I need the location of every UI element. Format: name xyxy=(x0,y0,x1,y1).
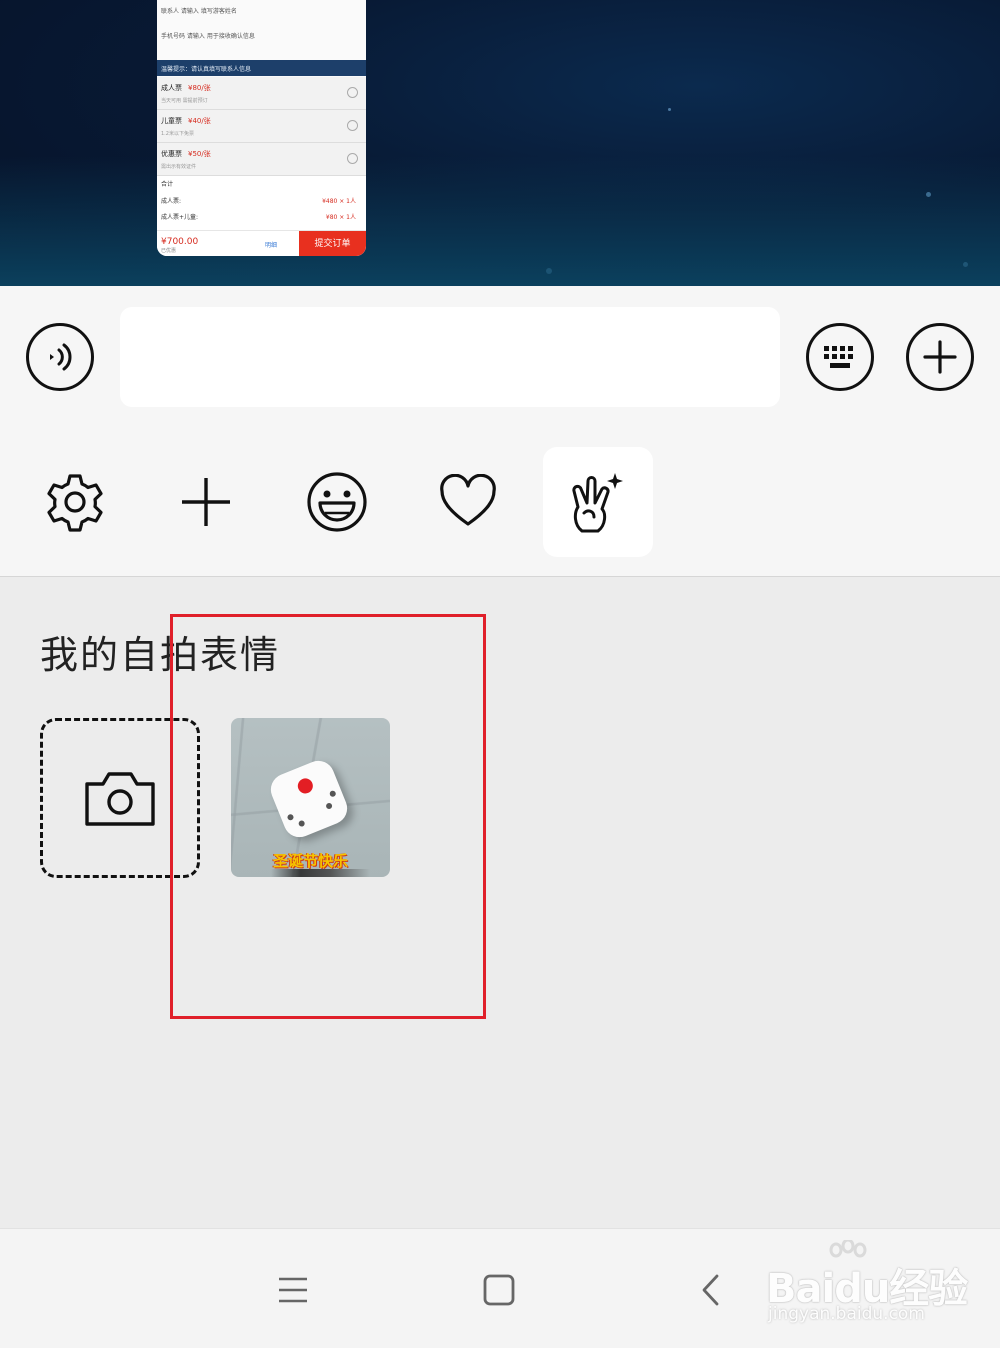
plus-circle-icon xyxy=(923,340,957,374)
screenshot-bottom-bar: ¥700.00 已优惠 明细 提交订单 xyxy=(157,230,366,256)
sticker-panel: 我的自拍表情 圣诞节快乐 xyxy=(0,578,1000,1228)
screenshot-summary: 合计 成人票: ¥480 × 1人 成人票+儿童: ¥80 × 1人 xyxy=(157,176,366,230)
camera-icon xyxy=(85,772,155,826)
smiley-icon xyxy=(307,472,367,532)
back-button[interactable] xyxy=(686,1265,736,1315)
star-decoration xyxy=(668,108,671,111)
screenshot-item: 成人票 ¥80/张 当天可用 需提前预订 xyxy=(157,77,366,110)
baidu-jingyan-watermark: Baidu经验 jingyan.baidu.com xyxy=(766,1240,976,1335)
menu-button[interactable] xyxy=(268,1265,318,1315)
selfie-sticker-icon xyxy=(572,473,623,533)
menu-icon xyxy=(279,1277,307,1303)
star-decoration xyxy=(926,192,931,197)
screenshot-row: 手机号码 请输入 用于接收确认信息 xyxy=(161,33,255,40)
back-chevron-icon xyxy=(702,1274,719,1306)
add-tool[interactable] xyxy=(151,447,261,557)
settings-tool[interactable] xyxy=(20,447,130,557)
more-plus-button[interactable] xyxy=(906,323,974,391)
heart-icon xyxy=(440,474,496,526)
shared-screenshot-message[interactable]: 联系人 请输入 填写游客姓名 手机号码 请输入 用于接收确认信息 温馨提示：请认… xyxy=(157,0,366,256)
sticker-caption: 圣诞节快乐 xyxy=(272,852,348,870)
screenshot-row: 联系人 请输入 填写游客姓名 xyxy=(161,8,237,15)
message-input[interactable] xyxy=(120,307,780,407)
home-square-icon xyxy=(483,1274,515,1306)
take-selfie-button[interactable] xyxy=(40,718,200,878)
sticker-toolbar xyxy=(0,434,1000,577)
chat-background xyxy=(0,0,1000,286)
gear-icon xyxy=(47,474,103,532)
selfie-sticker-item[interactable]: 圣诞节快乐 xyxy=(231,718,390,877)
star-decoration xyxy=(963,262,968,267)
screenshot-band: 温馨提示：请认真填写联系人信息 xyxy=(157,60,366,76)
screenshot-item: 优惠票 ¥50/张 需出示有效证件 xyxy=(157,143,366,176)
watermark-url: jingyan.baidu.com xyxy=(768,1304,925,1324)
star-decoration xyxy=(546,268,552,274)
home-button[interactable] xyxy=(474,1265,524,1315)
panel-title: 我的自拍表情 xyxy=(40,633,281,677)
emoji-tool[interactable] xyxy=(282,447,392,557)
selfie-sticker-tool[interactable] xyxy=(543,447,653,557)
screenshot-item: 儿童票 ¥40/张 1.2米以下免票 xyxy=(157,110,366,143)
dice-image xyxy=(266,756,352,842)
voice-icon xyxy=(50,343,72,371)
keyboard-icon xyxy=(824,346,853,368)
keyboard-button[interactable] xyxy=(806,323,874,391)
chat-input-bar xyxy=(0,286,1000,434)
voice-button[interactable] xyxy=(26,323,94,391)
plus-icon xyxy=(182,478,230,526)
favorites-tool[interactable] xyxy=(413,447,523,557)
